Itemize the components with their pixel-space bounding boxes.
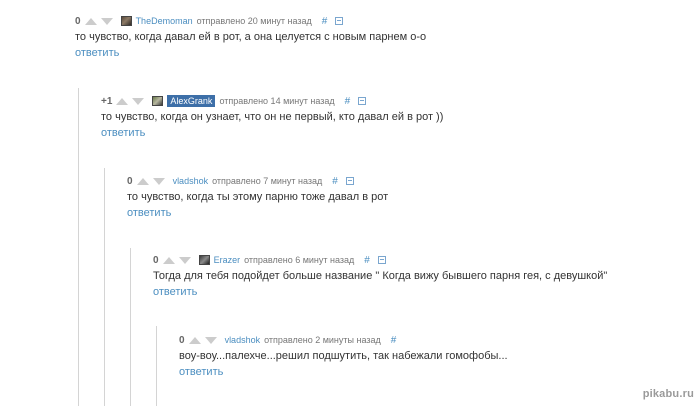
comment-rating: 0	[75, 15, 81, 27]
comment-rating: 0	[179, 334, 185, 346]
comment-text: воу-воу...палехче...решил подшутить, так…	[179, 350, 508, 362]
permalink[interactable]: #	[345, 96, 351, 107]
permalink[interactable]: #	[364, 255, 370, 266]
thread-line	[78, 88, 79, 406]
collapse-icon[interactable]	[377, 256, 386, 264]
avatar[interactable]	[120, 16, 132, 26]
comment-time: отправлено 7 минут назад	[212, 176, 323, 186]
comment-author[interactable]: TheDemoman	[136, 16, 193, 26]
reply-link[interactable]: ответить	[179, 366, 508, 378]
avatar[interactable]	[198, 255, 210, 265]
comment-text: Тогда для тебя подойдет больше название …	[153, 270, 608, 282]
comment-text: то чувство, когда давал ей в рот, а она …	[75, 31, 427, 43]
comment-time: отправлено 14 минут назад	[219, 96, 335, 106]
reply-link[interactable]: ответить	[127, 207, 388, 219]
vote-down-icon[interactable]	[204, 336, 217, 344]
vote-up-icon[interactable]	[162, 256, 175, 264]
comment-time: отправлено 20 минут назад	[196, 16, 312, 26]
reply-link[interactable]: ответить	[75, 47, 426, 59]
vote-up-icon[interactable]	[188, 336, 201, 344]
watermark: pikabu.ru	[642, 388, 694, 400]
permalink[interactable]: #	[322, 16, 328, 27]
thread-line	[104, 168, 105, 406]
comment-author[interactable]: AlexGrank	[167, 95, 216, 107]
vote-up-icon[interactable]	[84, 17, 97, 25]
comment-header: 0 vladshok отправлено 7 минут назад #	[127, 174, 388, 188]
collapse-icon[interactable]	[345, 177, 354, 185]
comment-header: 0 Erazer отправлено 6 минут назад #	[153, 253, 607, 267]
collapse-icon[interactable]	[358, 97, 367, 105]
collapse-icon[interactable]	[335, 17, 344, 25]
thread-line	[156, 326, 157, 406]
vote-up-icon[interactable]	[136, 177, 149, 185]
thread-line	[130, 248, 131, 406]
avatar[interactable]	[152, 96, 164, 106]
comment: 0 vladshok отправлено 2 минуты назад # в…	[179, 333, 508, 379]
comment-text: то чувство, когда ты этому парню тоже да…	[127, 191, 389, 203]
comment: +1 AlexGrank отправлено 14 минут назад #…	[101, 94, 443, 139]
comment-header: 0 TheDemoman отправлено 20 минут назад #	[75, 14, 426, 28]
comment: 0 Erazer отправлено 6 минут назад # Тогд…	[153, 253, 608, 299]
comment: 0 TheDemoman отправлено 20 минут назад #…	[75, 14, 427, 60]
vote-down-icon[interactable]	[100, 17, 113, 25]
vote-down-icon[interactable]	[152, 177, 165, 185]
comment-rating: +1	[101, 95, 113, 107]
vote-up-icon[interactable]	[116, 97, 129, 105]
reply-link[interactable]: ответить	[101, 127, 443, 139]
comment: 0 vladshok отправлено 7 минут назад # то…	[127, 174, 389, 220]
comment-time: отправлено 6 минут назад	[244, 255, 355, 265]
vote-down-icon[interactable]	[178, 256, 191, 264]
reply-link[interactable]: ответить	[153, 286, 607, 298]
comment-time: отправлено 2 минуты назад	[264, 335, 381, 345]
vote-down-icon[interactable]	[132, 97, 145, 105]
comment-rating: 0	[127, 175, 133, 187]
comment-author[interactable]: Erazer	[214, 255, 241, 265]
comment-text: то чувство, когда он узнает, что он не п…	[101, 111, 444, 123]
comment-header: +1 AlexGrank отправлено 14 минут назад #	[101, 94, 443, 108]
permalink[interactable]: #	[332, 176, 338, 187]
permalink[interactable]: #	[391, 335, 397, 346]
comment-author[interactable]: vladshok	[173, 176, 209, 186]
comment-author[interactable]: vladshok	[225, 335, 261, 345]
comment-header: 0 vladshok отправлено 2 минуты назад #	[179, 333, 508, 347]
comment-rating: 0	[153, 254, 159, 266]
